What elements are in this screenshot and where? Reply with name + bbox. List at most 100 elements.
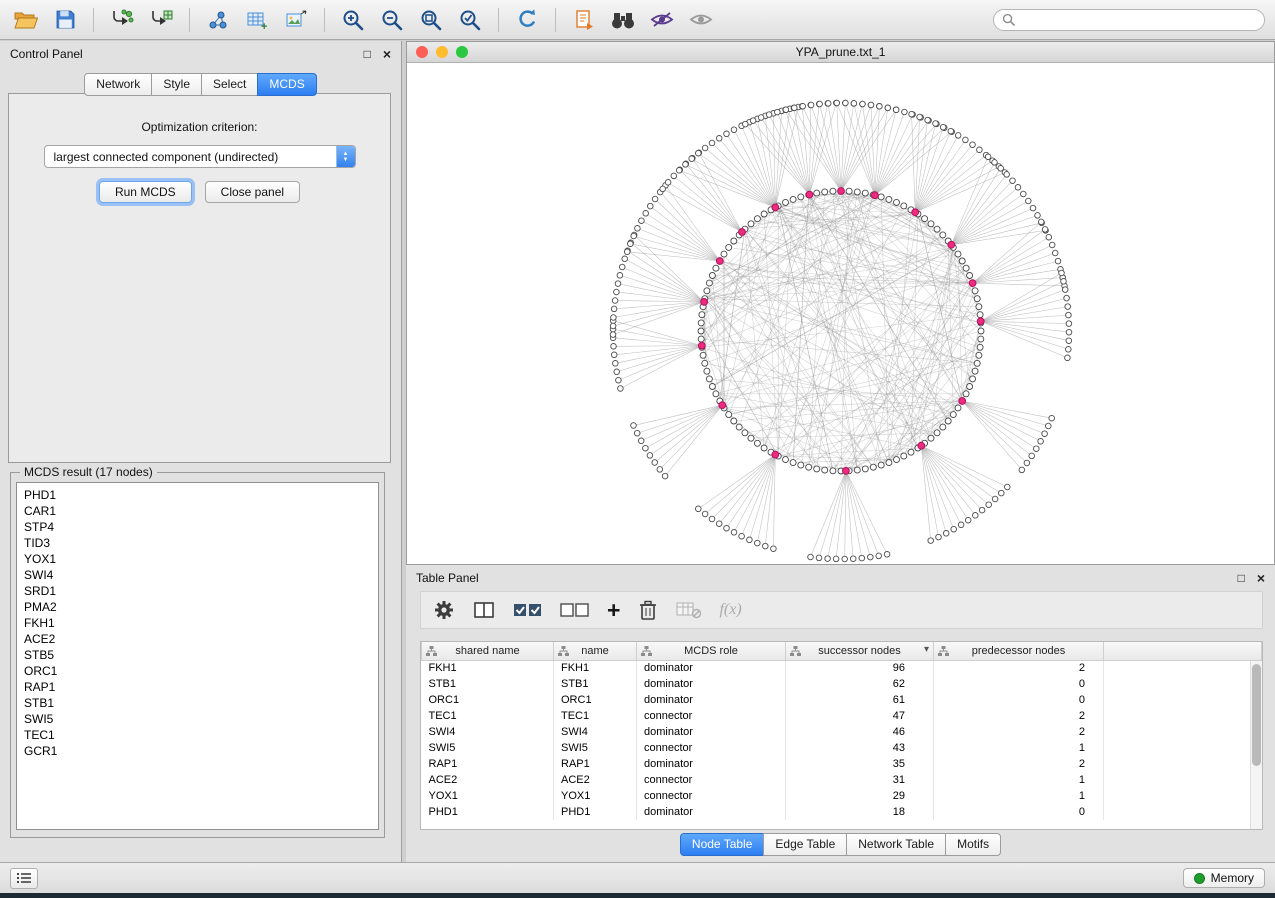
network-node[interactable] [783,199,789,205]
network-node[interactable] [934,226,940,232]
network-node[interactable] [716,136,722,142]
network-node[interactable] [859,555,865,561]
table-row[interactable]: RAP1RAP1dominator352 [422,756,1262,772]
network-node[interactable] [1062,287,1068,293]
network-node[interactable] [662,473,668,479]
network-node[interactable] [755,540,761,546]
network-node[interactable] [610,332,616,338]
network-node[interactable] [1052,250,1058,256]
network-node[interactable] [1046,423,1052,429]
network-node[interactable] [724,525,730,531]
network-node[interactable] [775,109,781,115]
network-node[interactable] [1005,484,1011,490]
network-node[interactable] [660,186,666,192]
show-graphics-details-button[interactable] [685,5,717,35]
tab-style[interactable]: Style [151,73,202,96]
network-node[interactable] [814,190,820,196]
column-header-MCDS-role[interactable]: MCDS role [637,642,786,660]
network-node[interactable] [739,533,745,539]
network-node[interactable] [628,241,634,247]
network-node[interactable] [689,156,695,162]
network-node[interactable] [830,468,836,474]
network-node[interactable] [948,128,954,134]
network-node[interactable] [700,352,706,358]
network-node[interactable] [972,368,978,374]
network-node[interactable] [1066,338,1072,344]
network-node[interactable] [901,203,907,209]
network-node[interactable] [634,430,640,436]
tab-mcds[interactable]: MCDS [257,73,316,96]
network-node[interactable] [1042,431,1048,437]
network-node-dominator[interactable] [838,188,845,195]
network-node-dominator[interactable] [772,451,779,458]
mcds-result-item[interactable]: SWI4 [24,567,378,583]
network-node[interactable] [743,121,749,127]
network-node[interactable] [614,369,620,375]
float-panel-button[interactable]: □ [364,48,371,60]
network-node[interactable] [945,418,951,424]
network-node[interactable] [978,328,984,334]
network-node[interactable] [1024,460,1030,466]
deselect-all-button[interactable] [560,602,589,618]
mcds-result-item[interactable]: STP4 [24,519,378,535]
network-node[interactable] [652,196,658,202]
mcds-result-list[interactable]: PHD1CAR1STP4TID3YOX1SWI4SRD1PMA2FKH1ACE2… [16,482,379,830]
search-input[interactable] [1020,13,1256,27]
network-node[interactable] [624,249,630,255]
table-row[interactable]: ACE2ACE2connector311 [422,772,1262,788]
create-column-button[interactable]: + [607,600,620,620]
network-search-box[interactable] [993,9,1265,31]
network-node[interactable] [758,115,764,121]
network-node[interactable] [967,384,973,390]
network-node[interactable] [970,376,976,382]
network-node[interactable] [974,296,980,302]
network-node[interactable] [842,556,848,562]
table-scrollbar-thumb[interactable] [1252,664,1261,766]
network-node[interactable] [886,196,892,202]
network-node[interactable] [1065,304,1071,310]
network-node[interactable] [986,502,992,508]
network-node[interactable] [1046,234,1052,240]
network-node-dominator[interactable] [959,398,966,405]
network-node[interactable] [748,221,754,227]
float-table-panel-button[interactable]: □ [1238,572,1245,584]
tab-select[interactable]: Select [201,73,258,96]
network-window-titlebar[interactable]: YPA_prune.txt_1 [407,42,1274,63]
new-network-button[interactable] [202,5,234,35]
network-node[interactable] [611,344,617,350]
network-node-dominator[interactable] [698,342,705,349]
network-node[interactable] [817,101,823,107]
network-node[interactable] [928,221,934,227]
network-node[interactable] [808,102,814,108]
network-node[interactable] [925,117,931,123]
table-row[interactable]: SWI4SWI4dominator462 [422,724,1262,740]
network-node[interactable] [822,467,828,473]
network-node[interactable] [1026,198,1032,204]
network-node[interactable] [963,391,969,397]
network-node[interactable] [992,496,998,502]
delete-columns-button[interactable] [638,599,658,621]
network-node[interactable] [792,105,798,111]
network-node[interactable] [1029,453,1035,459]
sort-arrow-icon[interactable]: ▾ [924,644,929,655]
show-columns-button[interactable] [473,600,495,620]
zoom-in-button[interactable] [337,5,369,35]
network-node[interactable] [886,460,892,466]
close-panel-action-button[interactable]: Close panel [205,181,300,203]
run-mcds-button[interactable]: Run MCDS [99,181,192,203]
network-node-dominator[interactable] [918,442,925,449]
network-node[interactable] [754,216,760,222]
network-node[interactable] [1030,205,1036,211]
table-tab-motifs[interactable]: Motifs [945,833,1001,856]
mcds-result-item[interactable]: SWI5 [24,711,378,727]
network-node[interactable] [979,507,985,513]
network-node[interactable] [614,289,620,295]
table-row[interactable]: FKH1FKH1dominator962 [422,660,1262,676]
mcds-result-item[interactable]: STB1 [24,695,378,711]
network-node-dominator[interactable] [701,299,708,306]
network-node[interactable] [1038,439,1044,445]
network-node[interactable] [736,424,742,430]
network-node[interactable] [977,344,983,350]
network-node[interactable] [721,251,727,257]
table-options-button[interactable] [433,599,455,621]
